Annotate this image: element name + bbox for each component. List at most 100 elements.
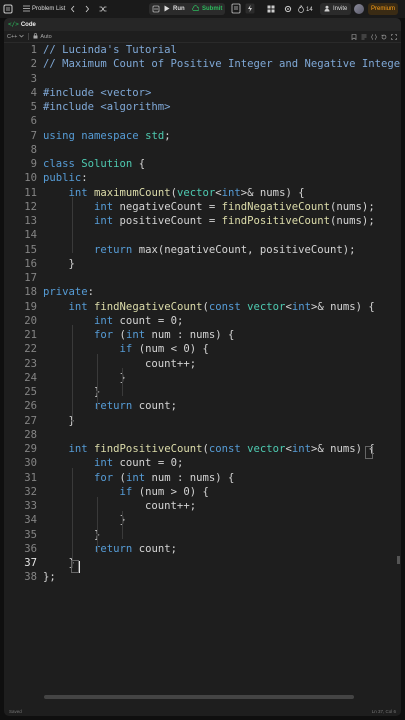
bracket-match-highlight xyxy=(365,446,373,459)
code-text: int count = 0; xyxy=(94,457,184,470)
braces-icon[interactable] xyxy=(371,34,377,42)
line-number: 9 xyxy=(30,158,37,170)
run-label: Run xyxy=(173,6,185,12)
chevron-left-icon[interactable] xyxy=(70,5,76,15)
editor-toolbar: C++ Auto xyxy=(4,31,401,43)
bracket-match-highlight xyxy=(71,560,79,573)
language-label: C++ xyxy=(7,33,18,40)
line-number: 5 xyxy=(30,101,37,113)
line-number: 1 xyxy=(30,44,37,56)
code-text: // Maximum Count of Positive Integer and… xyxy=(43,58,401,71)
tab-code[interactable]: </> Code xyxy=(8,21,36,28)
cursor-position: Ln 37, Col 6 xyxy=(371,708,396,714)
chevron-down-icon xyxy=(19,34,25,40)
list-icon xyxy=(23,5,30,12)
code-icon: </> xyxy=(8,21,19,28)
line-number: 26 xyxy=(24,400,37,413)
debug-icon[interactable] xyxy=(152,5,160,15)
line-number: 14 xyxy=(24,229,37,242)
code-text: int positiveCount = findPositiveCount(nu… xyxy=(94,215,375,227)
avatar[interactable] xyxy=(354,4,364,14)
submit-button[interactable]: Submit xyxy=(192,4,222,14)
code-text: int findNegativeCount(const vector<int>&… xyxy=(68,300,375,313)
reset-icon[interactable] xyxy=(381,34,387,42)
code-text: } xyxy=(43,514,126,527)
line-number: 35 xyxy=(24,528,37,541)
language-selector[interactable]: C++ xyxy=(7,33,25,40)
line-number: 31 xyxy=(24,471,37,484)
code-text: return max(negativeCount, positiveCount)… xyxy=(94,243,356,256)
editor-tab-bar: </> Code xyxy=(4,18,401,31)
code-text: } xyxy=(43,414,75,427)
line-number: 21 xyxy=(24,329,37,341)
shuffle-icon[interactable] xyxy=(99,5,107,15)
indent-guide xyxy=(97,497,98,553)
line-number: 38 xyxy=(24,571,37,584)
line-number: 12 xyxy=(24,200,37,213)
code-text: int findPositiveCount(const vector<int>&… xyxy=(68,443,375,455)
format-icon[interactable] xyxy=(361,34,367,42)
code-editor-panel: </> Code C++ Auto 1 // Lucinda's Tutorial… xyxy=(4,18,401,716)
line-number: 37 xyxy=(24,557,37,569)
line-number: 33 xyxy=(24,500,37,512)
run-button[interactable]: Run xyxy=(164,4,185,14)
expand-icon[interactable] xyxy=(391,34,397,42)
line-number: 34 xyxy=(24,514,37,527)
note-icon[interactable] xyxy=(231,3,241,16)
streak-counter[interactable]: 14 xyxy=(298,4,313,15)
code-text: using namespace std; xyxy=(43,129,171,142)
auto-mode-label: Auto xyxy=(40,33,52,40)
toolbar-divider xyxy=(28,33,30,40)
code-text: int count = 0; xyxy=(94,314,184,327)
line-number: 32 xyxy=(24,485,37,498)
code-text: return count; xyxy=(94,542,177,555)
line-number: 3 xyxy=(30,72,37,85)
line-number: 24 xyxy=(24,371,37,384)
indent-guide xyxy=(72,197,73,253)
streak-count: 14 xyxy=(306,7,313,13)
indent-guide xyxy=(97,354,98,410)
invite-button[interactable]: Invite xyxy=(320,3,352,15)
line-number: 25 xyxy=(24,386,37,398)
text-cursor xyxy=(79,561,80,573)
line-number: 8 xyxy=(30,143,37,156)
code-text: int negativeCount = findNegativeCount(nu… xyxy=(94,200,375,213)
line-number: 20 xyxy=(24,314,37,327)
code-text: public: xyxy=(43,172,88,185)
line-number: 17 xyxy=(24,272,37,284)
code-text: // Lucinda's Tutorial xyxy=(43,44,177,56)
submit-label: Submit xyxy=(202,6,223,12)
line-number: 13 xyxy=(24,215,37,227)
code-text: count++; xyxy=(43,500,197,512)
code-text: int maximumCount(vector<int>& nums) { xyxy=(68,186,305,199)
grid-icon[interactable] xyxy=(267,5,275,15)
indent-guide xyxy=(72,468,73,568)
auto-mode-toggle[interactable]: Auto xyxy=(33,32,52,41)
problem-list-label: Problem List xyxy=(32,5,66,12)
line-number: 29 xyxy=(24,443,37,455)
code-text: #include <algorithm> xyxy=(43,101,171,113)
line-number: 10 xyxy=(24,172,37,185)
line-number: 15 xyxy=(24,243,37,256)
bolt-icon[interactable] xyxy=(245,3,255,16)
horizontal-scrollbar[interactable] xyxy=(44,695,354,699)
bookmark-icon[interactable] xyxy=(351,34,357,42)
invite-label: Invite xyxy=(333,6,348,12)
vertical-scrollbar[interactable] xyxy=(397,556,400,564)
code-text: private: xyxy=(43,286,95,299)
lock-icon xyxy=(33,32,38,41)
run-submit-group: Run Submit xyxy=(149,3,225,15)
logo-icon[interactable] xyxy=(3,4,13,14)
premium-button[interactable]: Premium xyxy=(368,3,399,15)
cloud-upload-icon xyxy=(192,5,200,13)
settings-icon[interactable] xyxy=(284,5,292,15)
line-number: 27 xyxy=(24,414,37,427)
code-text: if (num < 0) { xyxy=(119,343,209,356)
code-text: class Solution { xyxy=(43,158,146,170)
line-number: 7 xyxy=(30,129,37,142)
add-user-icon xyxy=(324,5,331,14)
problem-list-link[interactable]: Problem List xyxy=(23,5,65,12)
line-number: 11 xyxy=(24,186,37,199)
chevron-right-icon[interactable] xyxy=(84,5,90,15)
code-text: } xyxy=(43,257,75,270)
